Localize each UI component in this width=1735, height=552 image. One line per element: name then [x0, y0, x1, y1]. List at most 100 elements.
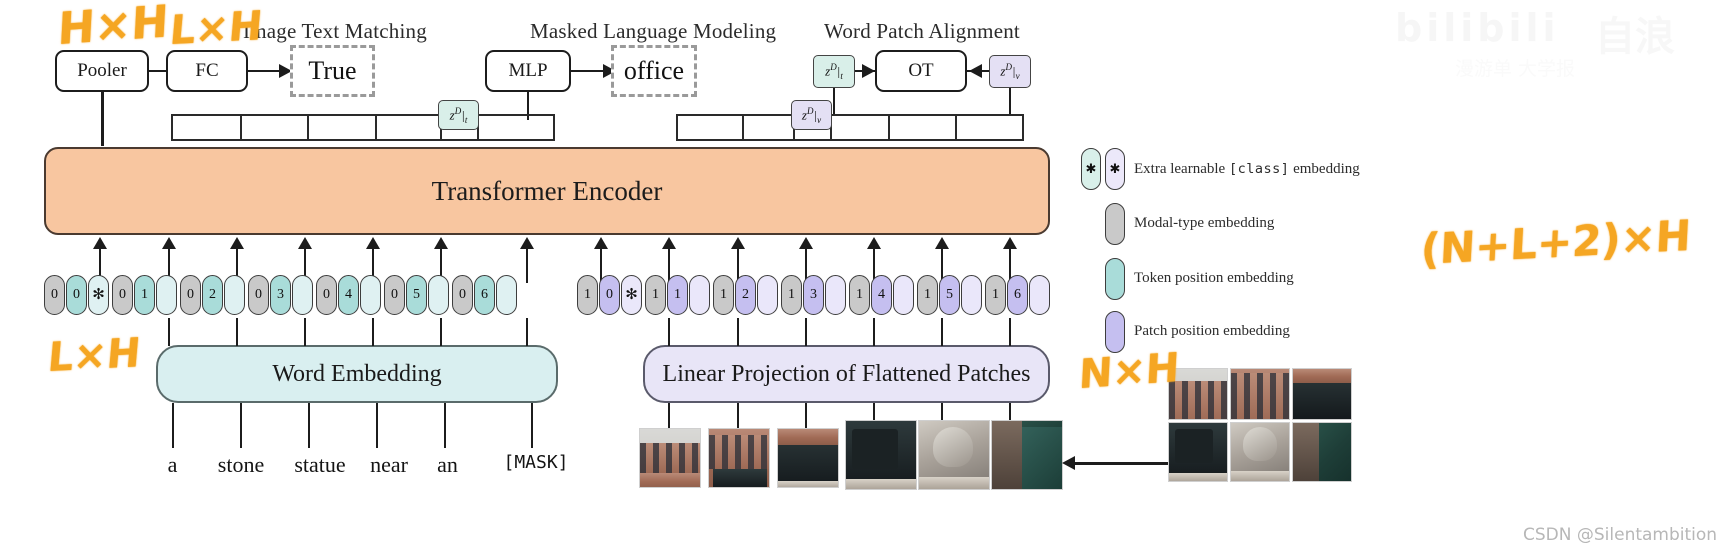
token-modal-type-text-4: 0	[316, 275, 337, 315]
source-image-cell-r1c1	[1230, 422, 1290, 482]
token-word-embedding-4	[360, 275, 381, 315]
legend-class-prefix: Extra learnable	[1134, 161, 1226, 177]
arrow-line-image-to-patches	[1070, 462, 1170, 465]
token-position-image-0: 0	[599, 275, 620, 315]
patch-thumb-4	[845, 420, 917, 490]
stem-patch-1	[668, 403, 671, 428]
word-embedding-block[interactable]: Word Embedding	[156, 345, 558, 403]
sentence-word-4: an	[437, 452, 458, 477]
token-word-embedding-6	[496, 275, 517, 315]
token-modal-type-image-5: 1	[917, 275, 938, 315]
token-position-image-6: 6	[1007, 275, 1028, 315]
sentence-word-0: a	[167, 452, 178, 477]
stem-we-5	[526, 318, 529, 346]
stem-we-0	[168, 318, 171, 346]
token-position-text-2: 2	[202, 275, 223, 315]
annotation-lxh-top: L×H	[167, 3, 265, 55]
stem-word-1	[240, 403, 243, 448]
token-modal-type-text-1: 0	[112, 275, 133, 315]
legend-label-class: Extra learnable [class] embedding	[1134, 161, 1360, 178]
stem-pp-3	[805, 318, 808, 346]
source-image-cell-r1c2	[1292, 422, 1352, 482]
legend-swatch-modal-type	[1105, 203, 1125, 245]
legend-class-suffix: embedding	[1293, 161, 1360, 177]
token-position-image-3: 3	[803, 275, 824, 315]
patch-projection-block[interactable]: Linear Projection of Flattened Patches	[643, 345, 1050, 403]
token-patch-embedding-3	[825, 275, 846, 315]
legend-swatch-class-vis: ✱	[1105, 148, 1125, 190]
token-modal-type-image-3: 1	[781, 275, 802, 315]
patch-thumb-2	[708, 428, 770, 488]
sentence-word-5: [MASK]	[503, 452, 569, 473]
token-modal-type-image-4: 1	[849, 275, 870, 315]
source-image-cell-r0c2	[1292, 368, 1352, 420]
source-image-cell-r0c1	[1230, 368, 1290, 420]
stem-we-1	[236, 318, 239, 346]
legend-label-token-position: Token position embedding	[1134, 270, 1294, 286]
annotation-nxh: N×H	[1077, 344, 1181, 399]
stem-patch-2	[737, 403, 740, 428]
token-modal-type-image-6: 1	[985, 275, 1006, 315]
token-word-embedding-3	[292, 275, 313, 315]
legend-label-patch-position: Patch position embedding	[1134, 323, 1290, 339]
stem-pp-5	[941, 318, 944, 346]
legend-star-icon-text: ✱	[1085, 161, 1097, 176]
legend-swatch-token-position	[1105, 258, 1125, 300]
token-modal-type-text-0: 0	[44, 275, 65, 315]
token-position-text-6: 6	[474, 275, 495, 315]
token-modal-type-text-6: 0	[452, 275, 473, 315]
stem-pp-4	[873, 318, 876, 346]
sentence-word-1: stone	[217, 452, 265, 477]
token-word-embedding-0: ✻	[88, 275, 109, 315]
stem-we-2	[304, 318, 307, 346]
stem-word-5	[531, 403, 534, 448]
patch-thumb-5	[918, 420, 990, 490]
token-position-text-4: 4	[338, 275, 359, 315]
legend-swatch-patch-position	[1105, 311, 1125, 353]
token-patch-embedding-0: ✻	[621, 275, 642, 315]
annotation-lxh-left: L×H	[45, 330, 143, 382]
patch-thumb-6	[991, 420, 1063, 490]
arrow-head-image-to-patches	[1062, 456, 1075, 470]
patch-thumb-3	[777, 428, 839, 488]
token-modal-type-text-2: 0	[180, 275, 201, 315]
token-modal-type-image-0: 1	[577, 275, 598, 315]
sentence-word-3: near	[370, 452, 408, 477]
token-word-embedding-5	[428, 275, 449, 315]
token-position-text-1: 1	[134, 275, 155, 315]
token-position-image-2: 2	[735, 275, 756, 315]
legend-swatch-class-text: ✱	[1081, 148, 1101, 190]
patch-thumb-1	[639, 428, 701, 488]
token-patch-embedding-5	[961, 275, 982, 315]
token-position-image-4: 4	[871, 275, 892, 315]
token-modal-type-image-2: 1	[713, 275, 734, 315]
token-patch-embedding-2	[757, 275, 778, 315]
legend-class-mono: [class]	[1228, 161, 1290, 177]
token-patch-embedding-4	[893, 275, 914, 315]
token-position-image-1: 1	[667, 275, 688, 315]
annotation-hxh: H×H	[56, 0, 170, 56]
stem-patch-3	[805, 403, 808, 428]
stem-pp-1	[668, 318, 671, 346]
legend-star-icon-vis: ✱	[1109, 161, 1121, 176]
stem-we-3	[372, 318, 375, 346]
token-position-text-3: 3	[270, 275, 291, 315]
figure-canvas: bilibili 自浪 漫游单 大学报 Image Text Matching …	[0, 0, 1735, 552]
token-word-embedding-1	[156, 275, 177, 315]
token-word-embedding-2	[224, 275, 245, 315]
stem-word-0	[172, 403, 175, 448]
token-patch-embedding-1	[689, 275, 710, 315]
token-position-image-5: 5	[939, 275, 960, 315]
stem-word-3	[376, 403, 379, 448]
stem-word-2	[308, 403, 311, 448]
stem-we-4	[440, 318, 443, 346]
stem-pp-2	[737, 318, 740, 346]
token-position-text-0: 0	[66, 275, 87, 315]
token-patch-embedding-6	[1029, 275, 1050, 315]
source-image-cell-r1c0	[1168, 422, 1228, 482]
legend-label-modal-type: Modal-type embedding	[1134, 215, 1275, 231]
token-modal-type-image-1: 1	[645, 275, 666, 315]
watermark-csdn: CSDN @Silentambition	[1523, 525, 1718, 545]
token-modal-type-text-5: 0	[384, 275, 405, 315]
stem-pp-6	[1009, 318, 1012, 346]
